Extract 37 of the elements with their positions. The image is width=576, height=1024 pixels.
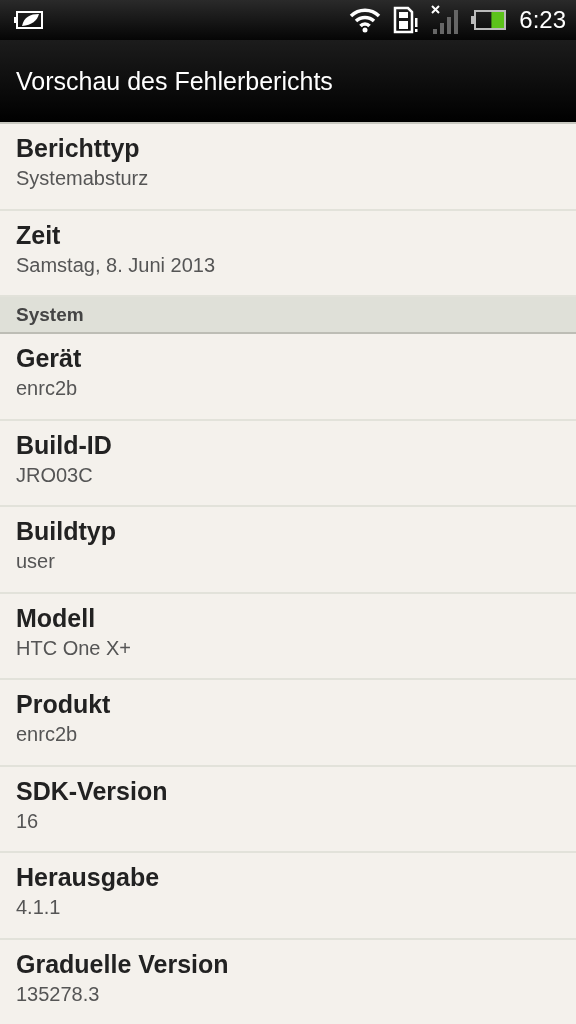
item-value: user — [16, 550, 56, 573]
item-label: Produkt — [16, 690, 112, 719]
item-value: Samstag, 8. Juni 2013 — [16, 253, 216, 277]
list-item[interactable]: Build-ID JRO03C — [0, 420, 576, 507]
item-label: Build-ID — [16, 430, 113, 460]
list-item[interactable]: Produkt enrc2b — [0, 680, 576, 767]
item-label: Modell — [16, 603, 97, 633]
item-value: 16 — [16, 809, 40, 833]
clock: 6:23 — [519, 6, 566, 34]
sim-card-alert-icon — [393, 6, 420, 34]
item-label: Graduelle Version — [16, 949, 230, 979]
item-value: JRO03C — [16, 463, 94, 487]
item-value: Systemabsturz — [16, 167, 150, 190]
item-label: Gerät — [16, 344, 83, 373]
list-item[interactable]: SDK-Version 16 — [0, 766, 576, 853]
list-item[interactable]: Graduelle Version 135278.3 — [0, 939, 576, 1024]
item-label: Berichttyp — [16, 134, 141, 163]
wifi-icon — [349, 7, 382, 33]
item-value: HTC One X+ — [16, 636, 133, 660]
item-value: enrc2b — [16, 377, 79, 400]
list-item[interactable]: Buildtyp user — [0, 507, 576, 594]
list-item[interactable]: Herausgabe 4.1.1 — [0, 853, 576, 940]
list-item[interactable]: Gerät enrc2b — [0, 334, 576, 421]
item-value: 135278.3 — [16, 982, 101, 1006]
section-title: System — [16, 303, 84, 326]
item-value: enrc2b — [16, 723, 79, 746]
screen-title: Vorschau des Fehlerberichts — [16, 66, 333, 96]
list-item[interactable]: Berichttyp Systemabsturz — [0, 124, 576, 211]
battery-icon — [471, 9, 508, 31]
item-label: Buildtyp — [16, 517, 117, 546]
item-value: 4.1.1 — [16, 896, 62, 919]
item-label: Zeit — [16, 220, 62, 250]
list-item[interactable]: Modell HTC One X+ — [0, 593, 576, 680]
item-label: Herausgabe — [16, 863, 161, 892]
no-signal-icon — [431, 5, 460, 35]
leaf-battery-icon — [14, 9, 44, 31]
item-label: SDK-Version — [16, 776, 169, 806]
